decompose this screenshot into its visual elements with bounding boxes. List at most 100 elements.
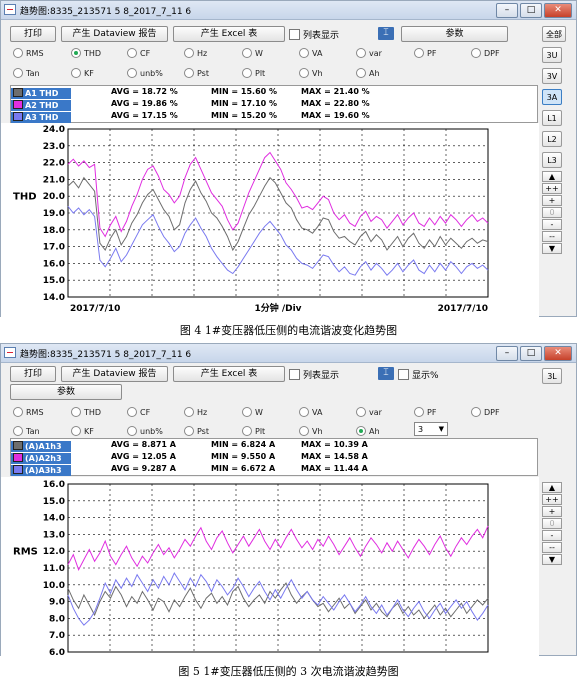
params-button[interactable]: 参数 (401, 26, 508, 42)
zoom-in-more-button[interactable]: ++ (542, 494, 562, 505)
excel-export-button[interactable]: 产生 Excel 表 (173, 26, 285, 42)
radio-dpf[interactable]: DPF (471, 407, 500, 417)
radio-dot[interactable] (356, 48, 366, 58)
checkbox-box[interactable] (289, 369, 300, 380)
zoom-in-more-button[interactable]: ++ (542, 183, 562, 194)
radio-dot[interactable] (13, 407, 23, 417)
radio-ah[interactable]: Ah (356, 426, 380, 436)
radio-vh[interactable]: Vh (299, 426, 323, 436)
radio-var[interactable]: var (356, 48, 382, 58)
zoom-out-button[interactable]: - (542, 530, 562, 541)
series-name[interactable]: (A)A2h3 (11, 452, 71, 464)
radio-dot[interactable] (71, 407, 81, 417)
radio-thd[interactable]: THD (71, 407, 101, 417)
radio-plt[interactable]: Plt (242, 68, 265, 78)
close-button[interactable]: ✕ (544, 346, 572, 361)
dataview-report-button[interactable]: 产生 Dataview 报告 (61, 26, 168, 42)
radio-cf[interactable]: CF (127, 48, 150, 58)
zoom-reset-button[interactable]: 0 (542, 207, 562, 218)
legend-row[interactable]: A1 THD (11, 87, 71, 99)
radio-dot[interactable] (184, 426, 194, 436)
series-name[interactable]: A2 THD (11, 99, 71, 111)
radio-dot[interactable] (13, 48, 23, 58)
radio-va[interactable]: VA (299, 407, 322, 417)
radio-plt[interactable]: Plt (242, 426, 265, 436)
radio-dot[interactable] (356, 407, 366, 417)
radio-dot[interactable] (356, 426, 366, 436)
radio-pf[interactable]: PF (414, 407, 436, 417)
radio-dot[interactable] (299, 48, 309, 58)
radio-dot[interactable] (242, 48, 252, 58)
channel-button-0[interactable]: 3L (542, 368, 562, 384)
axis-scale-icon[interactable]: ⌶ (378, 27, 394, 40)
radio-vh[interactable]: Vh (299, 68, 323, 78)
channel-button-5[interactable]: L2 (542, 131, 562, 147)
close-button[interactable]: ✕ (544, 3, 572, 18)
radio-pst[interactable]: Pst (184, 68, 209, 78)
radio-dot[interactable] (414, 48, 424, 58)
zoom-out-more-button[interactable]: -- (542, 231, 562, 242)
checkbox-box[interactable] (289, 29, 300, 40)
radio-cf[interactable]: CF (127, 407, 150, 417)
channel-button-3[interactable]: 3A (542, 89, 562, 105)
channel-button-6[interactable]: L3 (542, 152, 562, 168)
scroll-up-icon[interactable]: ▲ (542, 171, 562, 182)
radio-dot[interactable] (71, 48, 81, 58)
radio-dot[interactable] (127, 48, 137, 58)
radio-unb[interactable]: unb% (127, 68, 163, 78)
minimize-button[interactable]: – (496, 346, 518, 361)
radio-dot[interactable] (242, 426, 252, 436)
radio-dot[interactable] (184, 407, 194, 417)
radio-unb[interactable]: unb% (127, 426, 163, 436)
legend-row[interactable]: (A)A2h3 (11, 452, 71, 464)
legend-row[interactable]: (A)A3h3 (11, 464, 71, 476)
scroll-up-icon[interactable]: ▲ (542, 482, 562, 493)
series-name[interactable]: (A)A1h3 (11, 440, 71, 452)
minimize-button[interactable]: – (496, 3, 518, 18)
harmonic-order-select[interactable]: 3 ▼ (414, 422, 448, 436)
legend-row[interactable]: A3 THD (11, 111, 71, 123)
radio-ah[interactable]: Ah (356, 68, 380, 78)
maximize-button[interactable]: □ (520, 346, 542, 361)
radio-dot[interactable] (471, 407, 481, 417)
radio-tan[interactable]: Tan (13, 426, 40, 436)
radio-w[interactable]: W (242, 48, 263, 58)
radio-hz[interactable]: Hz (184, 407, 207, 417)
radio-dot[interactable] (471, 48, 481, 58)
print-button[interactable]: 打印 (10, 366, 56, 382)
print-button[interactable]: 打印 (10, 26, 56, 42)
radio-rms[interactable]: RMS (13, 48, 44, 58)
radio-kf[interactable]: KF (71, 426, 94, 436)
legend-row[interactable]: A2 THD (11, 99, 71, 111)
radio-dot[interactable] (299, 426, 309, 436)
maximize-button[interactable]: □ (520, 3, 542, 18)
zoom-out-more-button[interactable]: -- (542, 542, 562, 553)
radio-dot[interactable] (242, 407, 252, 417)
axis-scale-icon[interactable]: ⌶ (378, 367, 394, 380)
zoom-reset-button[interactable]: 0 (542, 518, 562, 529)
radio-dot[interactable] (127, 407, 137, 417)
radio-dot[interactable] (13, 68, 23, 78)
radio-dot[interactable] (299, 68, 309, 78)
radio-tan[interactable]: Tan (13, 68, 40, 78)
radio-hz[interactable]: Hz (184, 48, 207, 58)
radio-dot[interactable] (184, 48, 194, 58)
zoom-out-button[interactable]: - (542, 219, 562, 230)
channel-button-2[interactable]: 3V (542, 68, 562, 84)
show-percent-checkbox[interactable]: 显示% (398, 368, 439, 381)
radio-dot[interactable] (71, 426, 81, 436)
radio-dot[interactable] (299, 407, 309, 417)
scroll-down-icon[interactable]: ▼ (542, 554, 562, 565)
zoom-in-button[interactable]: + (542, 195, 562, 206)
channel-button-1[interactable]: 3U (542, 47, 562, 63)
radio-dot[interactable] (414, 407, 424, 417)
radio-thd[interactable]: THD (71, 48, 101, 58)
excel-export-button[interactable]: 产生 Excel 表 (173, 366, 285, 382)
channel-button-4[interactable]: L1 (542, 110, 562, 126)
channel-button-0[interactable]: 全部 (542, 26, 566, 42)
radio-dot[interactable] (71, 68, 81, 78)
radio-dot[interactable] (356, 68, 366, 78)
series-name[interactable]: (A)A3h3 (11, 464, 71, 476)
radio-pst[interactable]: Pst (184, 426, 209, 436)
radio-dot[interactable] (184, 68, 194, 78)
